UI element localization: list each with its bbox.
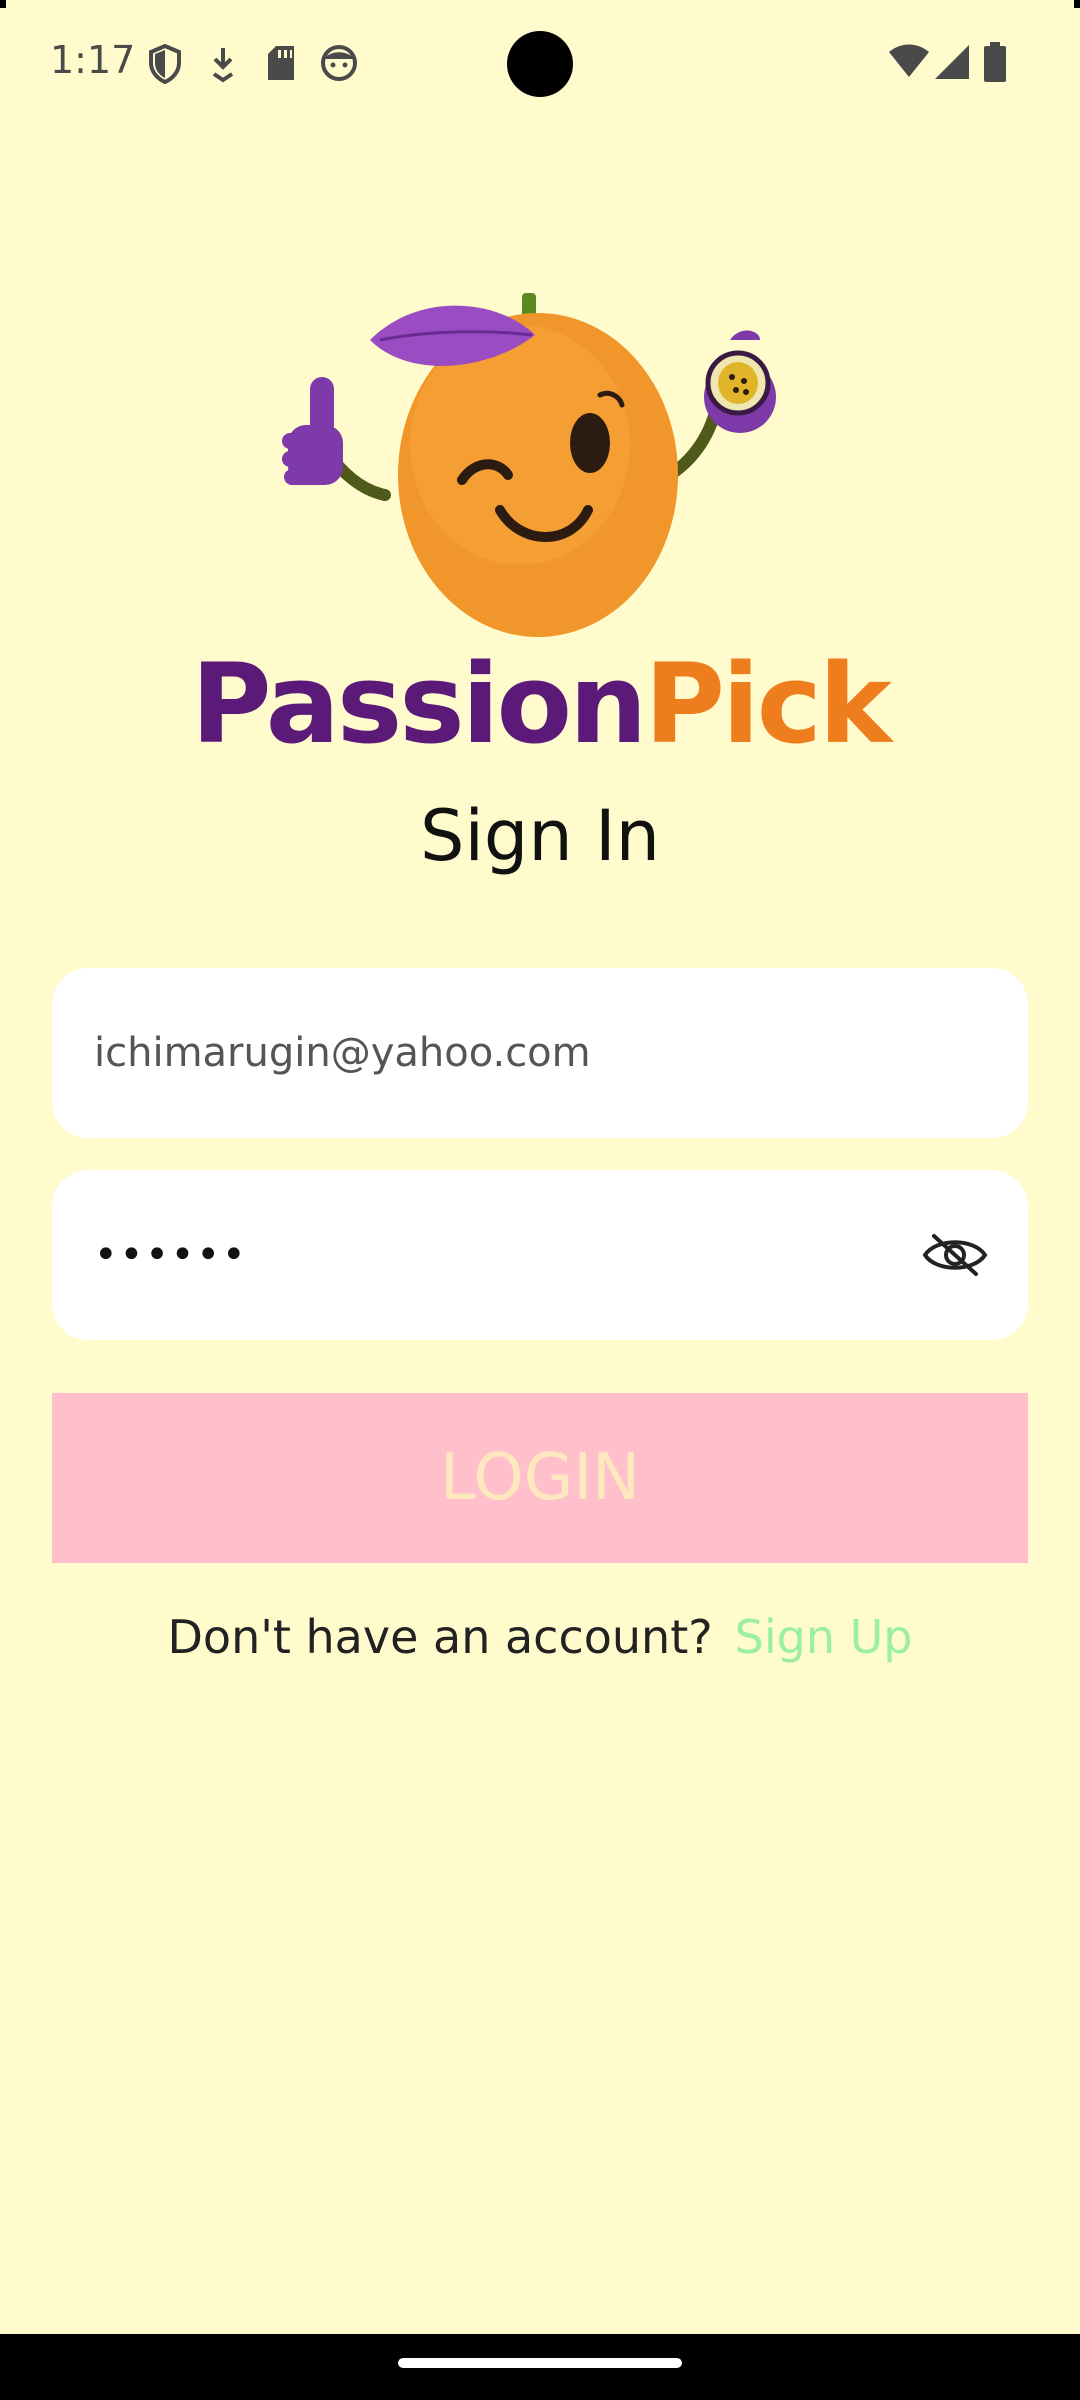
visibility-off-icon[interactable] (922, 1232, 988, 1278)
signup-link[interactable]: Sign Up (735, 1610, 913, 1664)
brand-part-1: Passion (190, 640, 647, 768)
login-button-label: LOGIN (439, 1441, 641, 1515)
wifi-icon (889, 44, 929, 77)
shield-icon (149, 44, 181, 84)
password-value: •••••• (94, 1232, 248, 1278)
navigation-bar (0, 2334, 1080, 2400)
download-icon (212, 48, 234, 83)
brand-wordmark: PassionPick (0, 640, 1080, 768)
email-field[interactable]: ichimarugin@yahoo.com (52, 968, 1028, 1138)
login-button[interactable]: LOGIN (52, 1393, 1028, 1563)
status-bar: 1:17 (0, 0, 1080, 130)
face-icon (321, 45, 357, 81)
signal-icon (935, 45, 969, 79)
home-gesture-handle[interactable] (398, 2358, 682, 2368)
sd-card-icon (268, 46, 294, 80)
page-title: Sign In (420, 795, 660, 877)
status-time: 1:17 (50, 38, 136, 82)
signup-prompt: Don't have an account? Sign Up (0, 1610, 1080, 1664)
password-field[interactable]: •••••• (52, 1170, 1028, 1340)
front-camera (507, 31, 573, 97)
battery-icon (984, 42, 1006, 82)
thumbs-up-hand (282, 377, 343, 485)
email-value: ichimarugin@yahoo.com (94, 1030, 591, 1076)
brand-part-2: Pick (644, 640, 892, 768)
signup-question: Don't have an account? (167, 1610, 713, 1664)
